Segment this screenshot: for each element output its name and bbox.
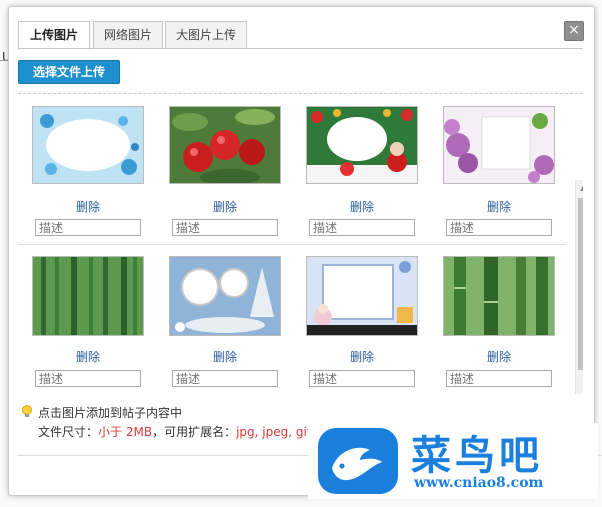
select-file-upload-button[interactable]: 选择文件上传 (18, 60, 120, 84)
description-input[interactable] (172, 219, 278, 236)
tab-web-image[interactable]: 网络图片 (93, 21, 163, 49)
info-hint-text: 点击图片添加到帖子内容中 (38, 406, 183, 420)
extensions-label: ，可用扩展名： (152, 425, 237, 439)
thumbnail-lilac-love-card[interactable] (443, 106, 555, 184)
delete-link[interactable]: 删除 (169, 348, 281, 365)
description-input[interactable] (172, 370, 278, 387)
watermark-logo: 菜鸟吧 www.cniao8.com (308, 423, 598, 499)
description-input[interactable] (446, 219, 552, 236)
tab-large-image-upload[interactable]: 大图片上传 (165, 21, 247, 49)
scrollbar-thumb[interactable] (578, 198, 583, 370)
thumbnail-green-bamboo-stalks[interactable] (443, 256, 555, 336)
scroll-up-arrow-icon[interactable]: ▲ (576, 182, 583, 194)
file-requirements-text: 文件尺寸：小于 2MB，可用扩展名：jpg, jpeg, gif, p (38, 423, 326, 440)
thumbnail-fairy-frames[interactable] (169, 256, 281, 336)
close-icon: × (568, 22, 580, 38)
description-input[interactable] (35, 370, 141, 387)
thumbnail-red-apples[interactable] (169, 106, 281, 184)
tab-upload-image[interactable]: 上传图片 (18, 21, 90, 50)
delete-link[interactable]: 删除 (306, 198, 418, 215)
description-input[interactable] (35, 219, 141, 236)
close-button[interactable]: × (564, 21, 584, 41)
description-input[interactable] (309, 219, 415, 236)
tab-divider (18, 48, 583, 49)
delete-link[interactable]: 删除 (443, 348, 555, 365)
thumbnail-anime-girl-frame[interactable] (306, 256, 418, 336)
watermark-logo-text: 菜鸟吧 (411, 432, 543, 479)
file-size-limit: 小于 2MB (98, 425, 153, 439)
delete-link[interactable]: 删除 (443, 198, 555, 215)
gallery-scrollbar[interactable]: ▲ ▼ (575, 180, 583, 394)
lightbulb-icon (20, 404, 34, 418)
delete-link[interactable]: 删除 (32, 348, 144, 365)
description-input[interactable] (446, 370, 552, 387)
gallery-row: 删除 删除 (18, 94, 566, 245)
thumbnail-bamboo-forest[interactable] (32, 256, 144, 336)
delete-link[interactable]: 删除 (306, 348, 418, 365)
delete-link[interactable]: 删除 (32, 198, 144, 215)
thumbnail-christmas-frame[interactable] (306, 106, 418, 184)
bird-logo-icon (318, 428, 398, 494)
description-input[interactable] (309, 370, 415, 387)
gallery-row: 删除 删除 (18, 248, 566, 394)
image-gallery: 删除 删除 (18, 93, 583, 394)
watermark-url: www.cniao8.com (414, 475, 544, 491)
thumbnail-blue-flower-frame[interactable] (32, 106, 144, 184)
delete-link[interactable]: 删除 (169, 198, 281, 215)
file-size-label: 文件尺寸： (38, 425, 99, 439)
